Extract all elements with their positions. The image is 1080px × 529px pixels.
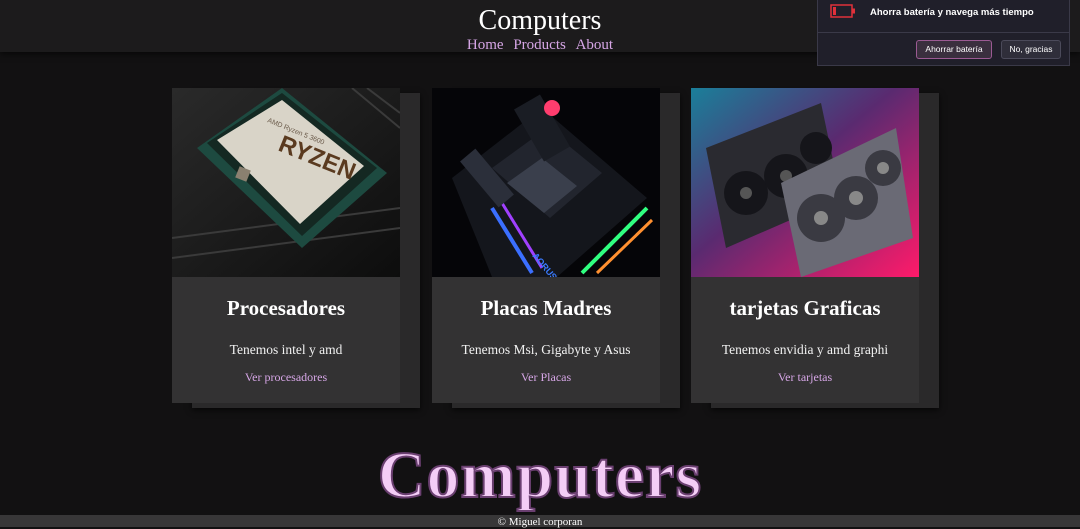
view-motherboards-link[interactable]: Ver Placas <box>432 370 660 385</box>
notification-divider <box>818 32 1069 33</box>
card-title: Procesadores <box>226 296 346 320</box>
battery-saver-notification: Ahorra batería y navega más tiempo Ahorr… <box>817 0 1070 66</box>
card-description: Tenemos Msi, Gigabyte y Asus <box>461 342 631 357</box>
product-card-motherboards: AORUS Placas Madres Tenemos Msi, Gigabyt… <box>432 88 660 403</box>
card-title: Placas Madres <box>480 296 612 320</box>
view-graphics-cards-link[interactable]: Ver tarjetas <box>691 370 919 385</box>
card-description: Tenemos intel y amd <box>229 342 343 357</box>
battery-low-icon <box>830 4 855 18</box>
nav-about-link[interactable]: About <box>576 37 614 53</box>
view-processors-link[interactable]: Ver procesadores <box>172 370 400 385</box>
save-battery-button[interactable]: Ahorrar batería <box>916 40 992 59</box>
processor-image: RYZEN AMD Ryzen 5 3600 <box>172 88 400 277</box>
nav-home-link[interactable]: Home <box>467 37 504 53</box>
site-footer: © Miguel corporan <box>0 515 1080 528</box>
no-thanks-button[interactable]: No, gracias <box>1001 40 1061 59</box>
graphics-card-image <box>691 88 919 277</box>
card-description: Tenemos envidia y amd graphi <box>721 342 889 357</box>
nav-products-link[interactable]: Products <box>513 37 566 53</box>
footer-brand-title: Computers <box>377 438 703 513</box>
card-title: tarjetas Graficas <box>729 296 881 320</box>
motherboard-image: AORUS <box>432 88 660 277</box>
product-card-graphics: tarjetas Graficas Tenemos envidia y amd … <box>691 88 919 403</box>
notification-message: Ahorra batería y navega más tiempo <box>870 7 1034 18</box>
product-card-processors: RYZEN AMD Ryzen 5 3600 Procesadores Tene… <box>172 88 400 403</box>
